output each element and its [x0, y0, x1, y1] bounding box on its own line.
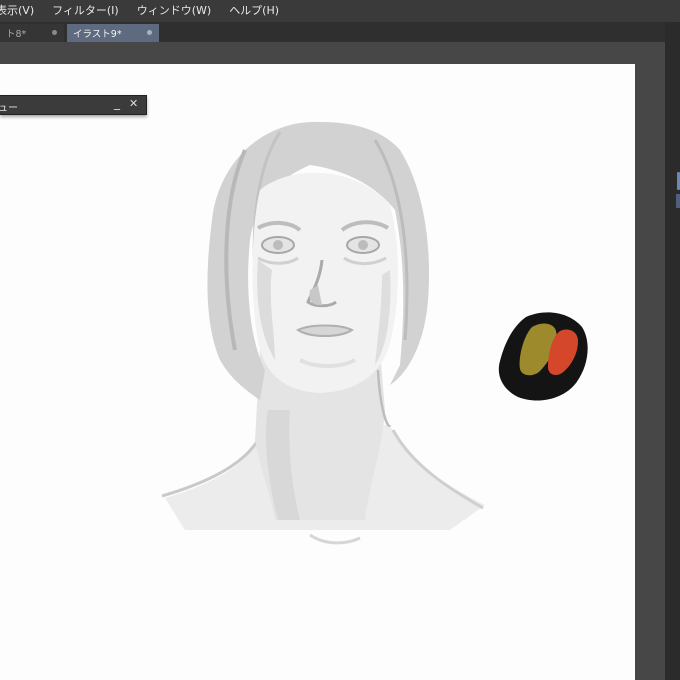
tab-illustration-9[interactable]: イラスト9*: [67, 24, 159, 42]
lips: [296, 324, 354, 337]
menu-filter[interactable]: フィルター(I): [43, 0, 128, 22]
collarbone: [309, 533, 361, 545]
color-blob-icon: [498, 312, 588, 401]
iris-right: [358, 240, 368, 250]
minimize-button[interactable]: _: [114, 96, 120, 110]
right-dock-panel: [665, 22, 680, 680]
menu-bar: 表示(V) フィルター(I) ウィンドウ(W) ヘルプ(H): [0, 0, 680, 22]
dock-panel-scrollbar[interactable]: [676, 194, 680, 208]
iris-left: [273, 240, 283, 250]
close-button[interactable]: ✕: [129, 97, 138, 110]
tab-illustration-8[interactable]: ト8*: [0, 24, 64, 42]
floating-panel[interactable]: ュー _ ✕: [0, 95, 147, 115]
menu-view[interactable]: 表示(V): [0, 0, 43, 22]
tab-label: ト8*: [6, 29, 27, 40]
menu-window[interactable]: ウィンドウ(W): [128, 0, 220, 22]
document-tab-bar: ト8* イラスト9*: [0, 22, 680, 42]
panel-title: ュー: [0, 103, 18, 114]
menu-help[interactable]: ヘルプ(H): [220, 0, 288, 22]
tab-modified-dot-icon[interactable]: [147, 30, 152, 35]
tab-label: イラスト9*: [73, 29, 122, 40]
tab-modified-dot-icon[interactable]: [52, 30, 57, 35]
